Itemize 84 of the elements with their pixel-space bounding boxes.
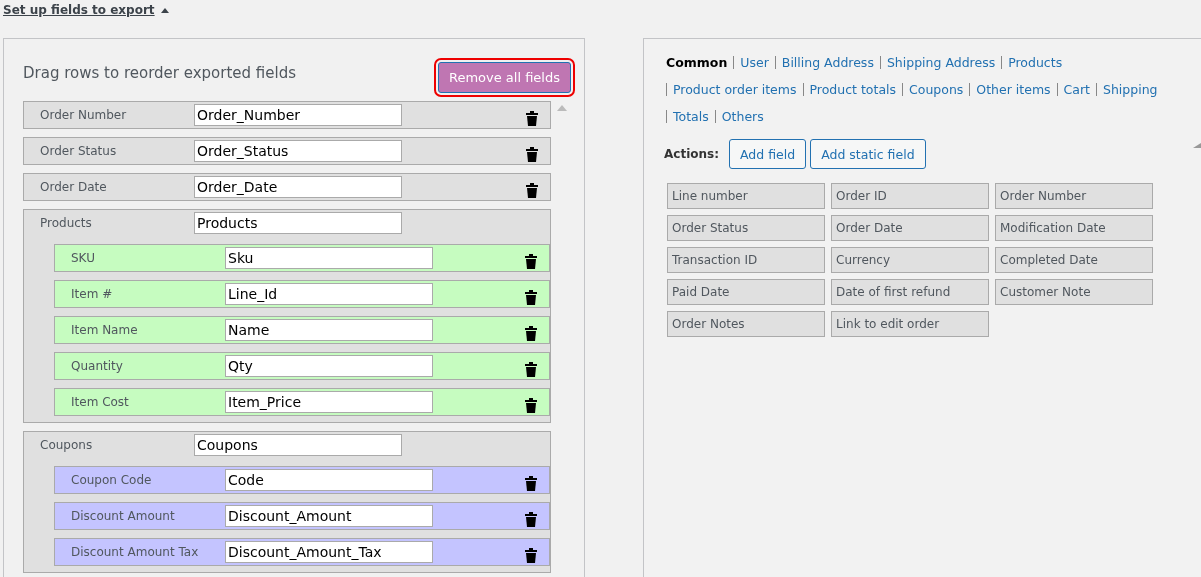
field-chip[interactable]: Order Notes	[667, 311, 825, 337]
field-chip[interactable]: Link to edit order	[831, 311, 989, 337]
field-label: Products	[40, 216, 93, 230]
input-field[interactable]: Coupons	[194, 434, 402, 456]
category-tab[interactable]: Others	[714, 110, 770, 123]
trash-icon[interactable]	[525, 547, 537, 563]
trash-icon[interactable]	[526, 110, 538, 126]
trash-icon[interactable]	[526, 146, 538, 162]
field-row[interactable]: Order Status Order_Status	[23, 137, 551, 165]
input-field[interactable]: Order_Status	[194, 140, 402, 162]
field-chip[interactable]: Transaction ID	[667, 247, 825, 273]
field-chip[interactable]: Paid Date	[667, 279, 825, 305]
field-row[interactable]: Item Name Name	[54, 316, 550, 344]
caret-icon	[160, 7, 169, 13]
field-label: SKU	[71, 251, 96, 265]
category-tab[interactable]: Other items	[969, 83, 1057, 96]
field-chip[interactable]: Currency	[831, 247, 989, 273]
input-field[interactable]: Order_Date	[194, 176, 402, 198]
input-field[interactable]: Code	[225, 469, 433, 491]
trash-icon[interactable]	[525, 325, 537, 341]
category-tab[interactable]: Shipping	[1096, 83, 1164, 96]
section-toggle[interactable]: Set up fields to export	[3, 3, 169, 17]
category-tab[interactable]: User	[733, 56, 775, 69]
category-tab[interactable]: Cart	[1056, 83, 1096, 96]
field-label: Quantity	[71, 359, 124, 373]
field-row[interactable]: Discount Amount Tax Discount_Amount_Tax	[54, 538, 550, 566]
field-label: Discount Amount Tax	[71, 545, 200, 559]
input-field[interactable]: Item_Price	[225, 391, 433, 413]
field-group[interactable]: Coupons Coupons Coupon Code Code Discount Amount Discount_Amount Discount Amount Tax Discount_Amount_Tax	[23, 431, 551, 573]
field-chip[interactable]: Line number	[667, 183, 825, 209]
field-chip[interactable]: Order Status	[667, 215, 825, 241]
panel-title: Drag rows to reorder exported fields	[23, 64, 296, 82]
trash-icon[interactable]	[525, 253, 537, 269]
field-row[interactable]: Discount Amount Discount_Amount	[54, 502, 550, 530]
input-field[interactable]: Name	[225, 319, 433, 341]
scroll-up-icon[interactable]	[1193, 143, 1201, 148]
field-chip[interactable]: Completed Date	[995, 247, 1153, 273]
input-field[interactable]: Discount_Amount	[225, 505, 433, 527]
action-button[interactable]: Add static field	[810, 139, 926, 169]
field-label: Item #	[71, 287, 114, 301]
category-tab[interactable]: Coupons	[902, 83, 970, 96]
category-tab[interactable]: Totals	[666, 110, 715, 123]
input-field[interactable]: Order_Number	[194, 104, 402, 126]
field-label: Coupons	[40, 438, 94, 452]
trash-icon[interactable]	[525, 397, 537, 413]
field-row[interactable]: SKU Sku	[54, 244, 550, 272]
input-field[interactable]: Sku	[225, 247, 433, 269]
field-chip[interactable]: Customer Note	[995, 279, 1153, 305]
field-label: Order Date	[40, 180, 108, 194]
category-tab[interactable]: Products	[1001, 56, 1069, 69]
category-tab[interactable]: Product order items	[666, 83, 803, 96]
trash-icon[interactable]	[525, 475, 537, 491]
field-chip[interactable]: Date of first refund	[831, 279, 989, 305]
trash-icon[interactable]	[525, 289, 537, 305]
trash-icon[interactable]	[525, 361, 537, 377]
field-label: Coupon Code	[71, 473, 153, 487]
field-row[interactable]: Order Date Order_Date	[23, 173, 551, 201]
field-label: Discount Amount	[71, 509, 176, 523]
field-chip[interactable]: Order ID	[831, 183, 989, 209]
category-tab[interactable]: Shipping Address	[879, 56, 1002, 69]
input-field[interactable]: Discount_Amount_Tax	[225, 541, 433, 563]
input-field[interactable]: Products	[194, 212, 402, 234]
field-row[interactable]: Item Cost Item_Price	[54, 388, 550, 416]
field-chip[interactable]: Order Date	[831, 215, 989, 241]
field-label: Order Number	[40, 108, 128, 122]
field-label: Item Cost	[71, 395, 130, 409]
field-label: Item Name	[71, 323, 139, 337]
field-row[interactable]: Item # Line_Id	[54, 280, 550, 308]
input-field[interactable]: Line_Id	[225, 283, 433, 305]
category-tab[interactable]: Product totals	[802, 83, 903, 96]
field-chip[interactable]: Modification Date	[995, 215, 1153, 241]
field-row[interactable]: Coupon Code Code	[54, 466, 550, 494]
category-tab[interactable]: Common	[666, 56, 734, 69]
field-group[interactable]: Products Products SKU Sku Item # Line_Id Item Name Name Quantity Qty Item Cost Item_Price	[23, 209, 551, 423]
field-chip[interactable]: Order Number	[995, 183, 1153, 209]
trash-icon[interactable]	[525, 511, 537, 527]
action-button[interactable]: Add field	[729, 139, 807, 169]
field-label: Order Status	[40, 144, 118, 158]
actions-label: Actions:	[664, 147, 719, 161]
field-row[interactable]: Order Number Order_Number	[23, 101, 551, 129]
field-row[interactable]: Quantity Qty	[54, 352, 550, 380]
input-field[interactable]: Qty	[225, 355, 433, 377]
trash-icon[interactable]	[526, 182, 538, 198]
category-tab[interactable]: Billing Address	[774, 56, 880, 69]
